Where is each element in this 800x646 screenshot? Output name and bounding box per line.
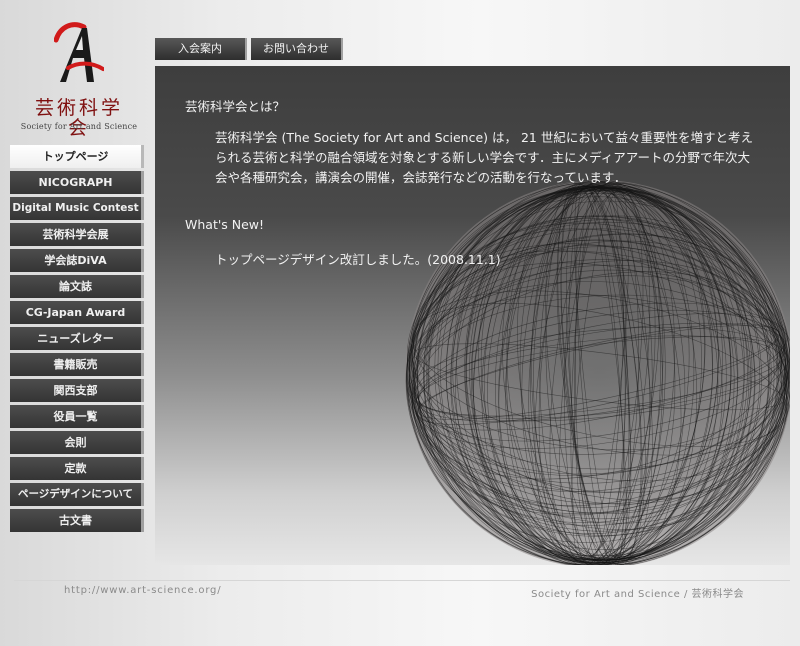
logo-a-icon [54, 22, 104, 82]
footer-site-name: Society for Art and Science / 芸術科学会 [531, 589, 744, 600]
sidebar-item-cg-japan-award[interactable]: CG-Japan Award [10, 301, 144, 324]
sidebar-item-archives[interactable]: 古文書 [10, 509, 144, 532]
about-heading: 芸術科学会とは？ [185, 99, 286, 114]
sidebar-item-nicograph[interactable]: NICOGRAPH [10, 171, 144, 194]
footer-url: http://www.art-science.org/ [64, 585, 222, 596]
content-text: 芸術科学会とは？ 芸術科学会 (The Society for Art and … [155, 66, 790, 565]
sidebar-item-top-page[interactable]: トップページ [10, 145, 144, 168]
news-item[interactable]: トップページデザイン改訂しました。(2008.11.1) [215, 249, 501, 268]
sidebar-nav: トップページ NICOGRAPH Digital Music Contest 芸… [10, 145, 144, 535]
about-text: 芸術科学会 (The Society for Art and Science) … [215, 130, 753, 185]
sidebar-item-journal[interactable]: 論文誌 [10, 275, 144, 298]
logo-name-jp: 芸術科学会 [34, 97, 123, 139]
sidebar-item-articles[interactable]: 定款 [10, 457, 144, 480]
footer-divider [14, 580, 790, 581]
sidebar-item-bylaws[interactable]: 会則 [10, 431, 144, 454]
main-content: 芸術科学会とは？ 芸術科学会 (The Society for Art and … [155, 66, 790, 565]
tab-membership[interactable]: 入会案内 [155, 38, 247, 60]
sidebar-item-newsletter[interactable]: ニューズレター [10, 327, 144, 350]
sidebar-item-diva[interactable]: 学会誌DiVA [10, 249, 144, 272]
sidebar-item-page-design[interactable]: ページデザインについて [10, 483, 144, 506]
tab-contact[interactable]: お問い合わせ [251, 38, 343, 60]
news-heading: What's New! [185, 217, 265, 232]
sidebar-item-officers[interactable]: 役員一覧 [10, 405, 144, 428]
sidebar-item-kansai-branch[interactable]: 関西支部 [10, 379, 144, 402]
sidebar-item-digital-music-contest[interactable]: Digital Music Contest [10, 197, 144, 220]
logo-name-en: Society for Art and Science [20, 122, 138, 131]
sidebar-item-book-sales[interactable]: 書籍販売 [10, 353, 144, 376]
sidebar-item-exhibition[interactable]: 芸術科学会展 [10, 223, 144, 246]
site-logo[interactable]: 芸術科学会 Society for Art and Science [20, 22, 138, 138]
